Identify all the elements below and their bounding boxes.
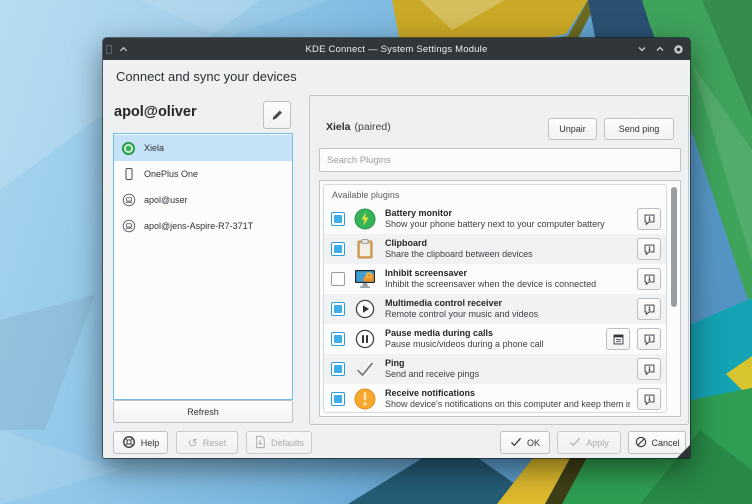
plugin-about-button[interactable]	[637, 208, 661, 230]
device-list[interactable]: Xiela OnePlus One apol@user apol@jens-As…	[113, 133, 293, 400]
plugin-title: Inhibit screensaver	[385, 268, 630, 279]
scrollbar-thumb[interactable]	[671, 187, 677, 307]
defaults-button[interactable]: Defaults	[246, 431, 312, 454]
plugin-checkbox[interactable]	[331, 392, 345, 406]
plugin-description: Share the clipboard between devices	[385, 249, 630, 260]
kde-connect-window: KDE Connect — System Settings Module Con…	[103, 38, 690, 458]
titlebar[interactable]: KDE Connect — System Settings Module	[103, 38, 690, 60]
device-list-item[interactable]: Xiela	[114, 135, 292, 161]
device-list-item[interactable]: OnePlus One	[114, 161, 292, 187]
window-title: KDE Connect — System Settings Module	[306, 44, 488, 55]
plugin-checkbox[interactable]	[331, 242, 345, 256]
plugin-row[interactable]: Inhibit screensaver Inhibit the screensa…	[324, 264, 666, 294]
send-ping-button[interactable]: Send ping	[604, 118, 674, 140]
app-menu-icon[interactable]	[106, 45, 112, 54]
plugin-row[interactable]: Battery monitor Show your phone battery …	[324, 204, 666, 234]
plugin-configure-button[interactable]	[606, 328, 630, 350]
device-list-item[interactable]: apol@jens-Aspire-R7-371T	[114, 213, 292, 239]
search-plugins-input[interactable]	[319, 148, 681, 172]
plugin-about-button[interactable]	[637, 238, 661, 260]
device-name: Xiela	[326, 121, 351, 133]
plugin-row[interactable]: Pause media during calls Pause music/vid…	[324, 324, 666, 354]
plugin-about-button[interactable]	[637, 268, 661, 290]
ok-button[interactable]: OK	[500, 431, 550, 454]
apply-button[interactable]: Apply	[557, 431, 621, 454]
plugin-about-button[interactable]	[637, 388, 661, 410]
plugins-scrollbar[interactable]	[670, 185, 678, 414]
help-icon	[122, 435, 136, 451]
device-online-icon	[121, 142, 136, 155]
plugin-checkbox[interactable]	[331, 212, 345, 226]
laptop-icon	[121, 193, 136, 207]
keep-above-icon[interactable]	[117, 43, 129, 55]
ok-check-icon	[510, 437, 522, 449]
plugin-checkbox[interactable]	[331, 302, 345, 316]
reset-button[interactable]: ↺Reset	[176, 431, 238, 454]
plugin-description: Send and receive pings	[385, 369, 630, 380]
plugin-title: Clipboard	[385, 238, 630, 249]
plugin-description: Show device's notifications on this comp…	[385, 399, 630, 410]
plugin-checkbox[interactable]	[331, 332, 345, 346]
close-button[interactable]	[672, 43, 684, 55]
plugin-row[interactable]: Ping Send and receive pings	[324, 354, 666, 384]
cancel-icon	[635, 436, 647, 450]
plugin-description: Remote control your music and videos	[385, 309, 630, 320]
undo-icon: ↺	[188, 438, 198, 448]
plugin-description: Show your phone battery next to your com…	[385, 219, 630, 230]
ping-check-icon	[352, 360, 378, 378]
plugin-about-button[interactable]	[637, 358, 661, 380]
plugins-header: Available plugins	[324, 185, 666, 204]
window-body: Connect and sync your devices apol@olive…	[103, 60, 690, 458]
minimize-button[interactable]	[636, 43, 648, 55]
plugin-title: Receive notifications	[385, 388, 630, 399]
plugin-checkbox[interactable]	[331, 362, 345, 376]
clipboard-icon	[352, 237, 378, 261]
plugin-checkbox[interactable]	[331, 272, 345, 286]
laptop-icon	[121, 219, 136, 233]
plugin-about-button[interactable]	[637, 328, 661, 350]
plugin-title: Multimedia control receiver	[385, 298, 630, 309]
account-name: apol@oliver	[114, 104, 197, 120]
desktop: KDE Connect — System Settings Module Con…	[0, 0, 752, 504]
unpair-button[interactable]: Unpair	[548, 118, 597, 140]
device-panel: Xiela (paired) Unpair Send ping Available…	[309, 95, 689, 425]
pause-circle-icon	[352, 328, 378, 350]
plugins-list: Available plugins Battery monitor Show y…	[319, 180, 681, 417]
smartphone-icon	[121, 167, 136, 181]
page-title: Connect and sync your devices	[116, 69, 297, 84]
play-circle-icon	[352, 298, 378, 320]
plugins-frame: Available plugins Battery monitor Show y…	[323, 184, 667, 413]
notifications-icon	[352, 387, 378, 411]
help-button[interactable]: Help	[113, 431, 168, 454]
plugin-description: Inhibit the screensaver when the device …	[385, 279, 630, 290]
plugin-row[interactable]: Multimedia control receiver Remote contr…	[324, 294, 666, 324]
plugin-title: Pause media during calls	[385, 328, 599, 339]
refresh-button[interactable]: Refresh	[113, 400, 293, 423]
apply-check-icon	[569, 437, 581, 449]
device-state: (paired)	[355, 121, 391, 133]
plugin-title: Battery monitor	[385, 208, 630, 219]
resize-grip[interactable]	[677, 445, 690, 458]
defaults-icon	[254, 435, 266, 451]
plugin-about-button[interactable]	[637, 298, 661, 320]
battery-monitor-icon	[352, 207, 378, 231]
footer: Help ↺Reset Defaults OK Apply Cancel	[113, 431, 686, 454]
plugin-title: Ping	[385, 358, 630, 369]
inhibit-screensaver-icon	[352, 268, 378, 290]
device-header: Xiela (paired)	[326, 121, 391, 133]
plugin-row[interactable]: Receive notifications Show device's noti…	[324, 384, 666, 413]
plugins-rows: Battery monitor Show your phone battery …	[324, 204, 666, 413]
maximize-button[interactable]	[654, 43, 666, 55]
plugin-row[interactable]: Clipboard Share the clipboard between de…	[324, 234, 666, 264]
device-list-item[interactable]: apol@user	[114, 187, 292, 213]
plugin-description: Pause music/videos during a phone call	[385, 339, 599, 350]
rename-device-button[interactable]	[263, 101, 291, 129]
